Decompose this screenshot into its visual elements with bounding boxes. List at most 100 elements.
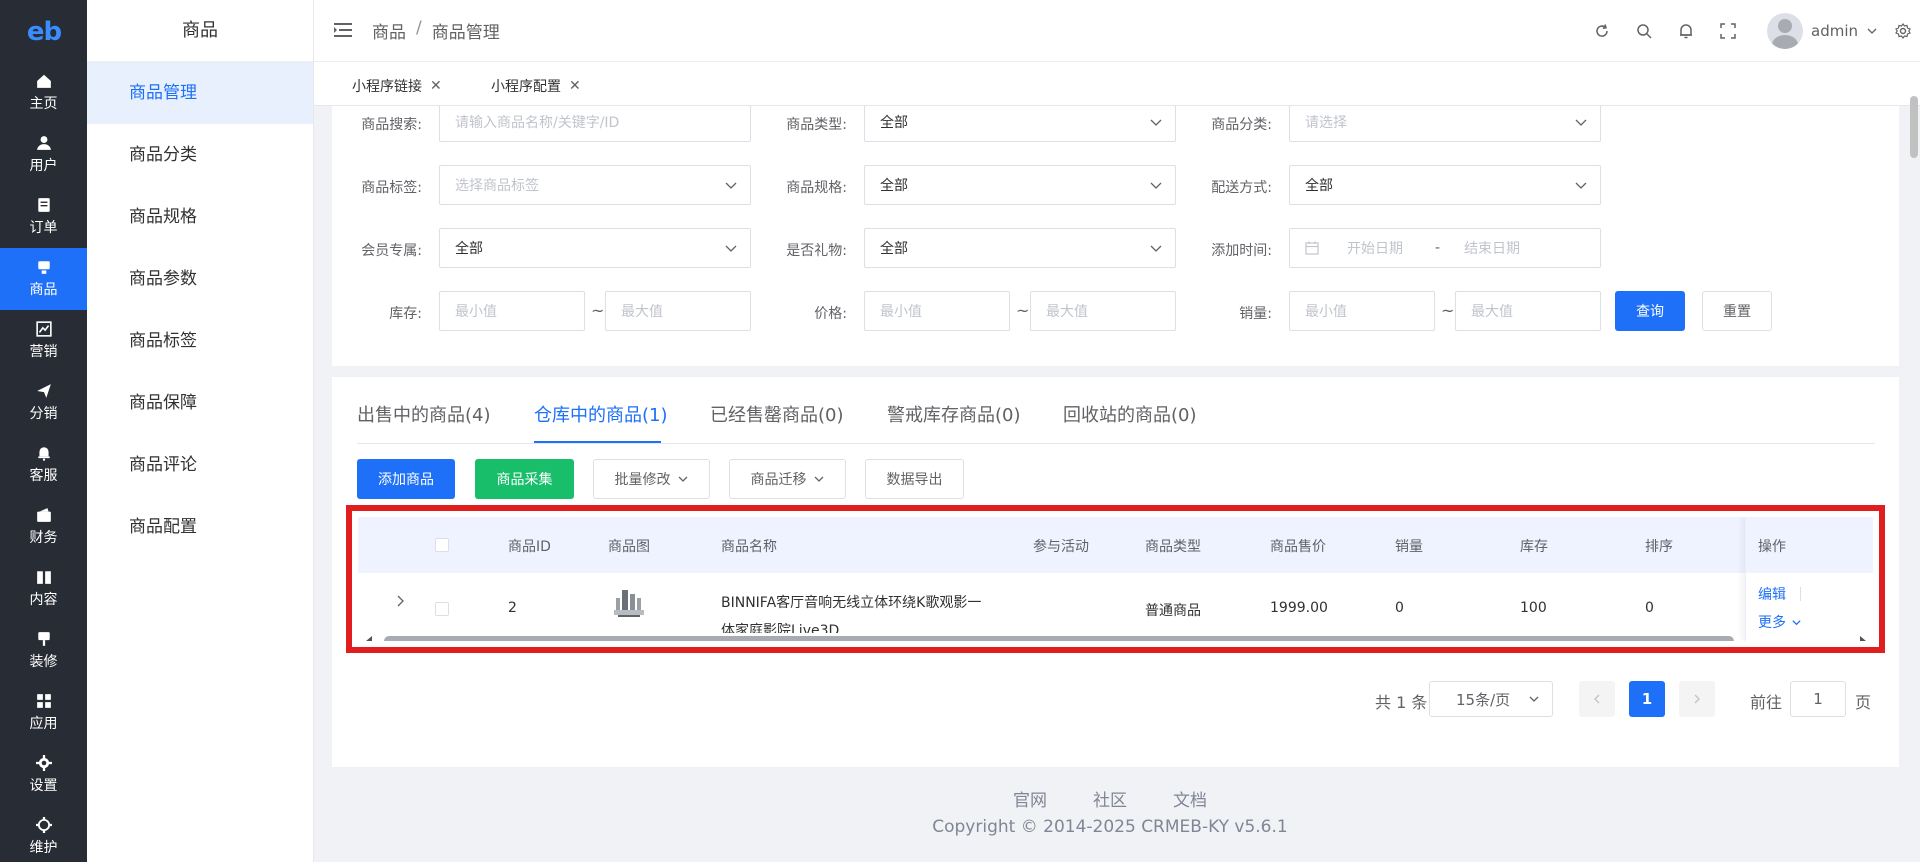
tab-sold-out[interactable]: 已经售罄商品(0) (710, 401, 844, 427)
bell-icon (37, 447, 50, 461)
tab-recycle-bin[interactable]: 回收站的商品(0) (1063, 401, 1197, 427)
page-vertical-scrollbar[interactable] (1910, 96, 1918, 158)
rail-item-apps[interactable]: 应用 (0, 682, 87, 744)
rail-item-send[interactable]: 分销 (0, 372, 87, 434)
submenu-item[interactable]: 商品管理 (87, 62, 313, 124)
tag-mini-link[interactable]: 小程序链接 ✕ (352, 76, 442, 96)
migrate-button[interactable]: 商品迁移 (729, 459, 846, 499)
rail-item-home[interactable]: 主页 (0, 62, 87, 124)
close-icon[interactable]: ✕ (430, 78, 442, 94)
rail-item-label: 内容 (29, 592, 58, 608)
chevron-down-icon (725, 182, 737, 189)
range-tilde: ~ (591, 301, 605, 320)
fullscreen-icon (1720, 23, 1736, 39)
max-placeholder: 最大值 (621, 304, 663, 320)
rail-item-book[interactable]: 内容 (0, 558, 87, 620)
footer-link-community[interactable]: 社区 (1093, 786, 1127, 811)
submenu-item[interactable]: 商品保障 (87, 372, 313, 434)
more-dropdown[interactable]: 更多 (1758, 612, 1802, 632)
rail-item-order[interactable]: 订单 (0, 186, 87, 248)
sales-min-input[interactable]: 最小值 (1289, 291, 1435, 331)
rail-item-marketing[interactable]: 营销 (0, 310, 87, 372)
tag-mini-config[interactable]: 小程序配置 ✕ (491, 76, 581, 96)
search-placeholder: 请输入商品名称/关键字/ID (455, 115, 620, 131)
price-min-input[interactable]: 最小值 (864, 291, 1010, 331)
horizontal-scrollbar[interactable] (358, 633, 1873, 641)
submenu-item[interactable]: 商品参数 (87, 248, 313, 310)
close-icon[interactable]: ✕ (569, 78, 581, 94)
member-value: 全部 (455, 241, 483, 257)
rail-item-gear[interactable]: 设置 (0, 744, 87, 806)
row-checkbox[interactable] (435, 602, 449, 616)
tab-on-sale[interactable]: 出售中的商品(4) (357, 401, 491, 427)
scrollbar-thumb[interactable] (384, 636, 1734, 641)
spec-select[interactable]: 全部 (864, 165, 1176, 205)
stock-min-input[interactable]: 最小值 (439, 291, 585, 331)
rail-item-product[interactable]: 商品 (0, 248, 87, 310)
add-product-button[interactable]: 添加商品 (357, 459, 455, 499)
submenu-item[interactable]: 商品分类 (87, 124, 313, 186)
date-range-picker[interactable]: 开始日期 - 结束日期 (1289, 228, 1601, 268)
cell-type: 普通商品 (1145, 603, 1201, 619)
tag-select[interactable]: 选择商品标签 (439, 165, 751, 205)
rail-item-user[interactable]: 用户 (0, 124, 87, 186)
next-page-button[interactable] (1679, 681, 1715, 717)
stock-max-input[interactable]: 最大值 (605, 291, 751, 331)
product-thumbnail[interactable] (610, 584, 648, 622)
tab-warehouse[interactable]: 仓库中的商品(1) (534, 401, 668, 427)
rail-item-wallet[interactable]: 财务 (0, 496, 87, 558)
member-select[interactable]: 全部 (439, 228, 751, 268)
scroll-right-icon[interactable] (1858, 635, 1868, 641)
tag-label: 小程序配置 (491, 79, 561, 95)
expand-row-icon[interactable] (394, 594, 406, 608)
breadcrumb-root[interactable]: 商品 (372, 18, 406, 43)
refresh-button[interactable] (1581, 0, 1623, 62)
prev-page-button[interactable] (1579, 681, 1615, 717)
app-logo[interactable]: eb (24, 14, 64, 50)
page-size-select[interactable]: 15条/页 (1429, 681, 1553, 717)
menu-collapse-icon[interactable] (334, 22, 352, 38)
search-input[interactable]: 请输入商品名称/关键字/ID (439, 106, 751, 142)
page-number-current[interactable]: 1 (1629, 681, 1665, 717)
reset-button[interactable]: 重置 (1702, 291, 1772, 331)
rail-item-decor[interactable]: 装修 (0, 620, 87, 682)
notification-button[interactable] (1665, 0, 1707, 62)
scroll-left-icon[interactable] (364, 635, 374, 641)
export-button[interactable]: 数据导出 (865, 459, 964, 499)
footer-link-docs[interactable]: 文档 (1173, 786, 1207, 811)
search-button[interactable] (1623, 0, 1665, 62)
tab-low-stock[interactable]: 警戒库存商品(0) (887, 401, 1021, 427)
category-placeholder: 请选择 (1305, 115, 1347, 131)
gift-select[interactable]: 全部 (864, 228, 1176, 268)
rail-item-label: 营销 (29, 344, 58, 360)
batch-edit-button[interactable]: 批量修改 (593, 459, 710, 499)
order-icon (37, 198, 50, 212)
category-select[interactable]: 请选择 (1289, 106, 1601, 142)
col-type: 商品类型 (1145, 539, 1201, 555)
user-menu[interactable]: admin (1767, 13, 1878, 49)
sales-max-input[interactable]: 最大值 (1455, 291, 1601, 331)
price-max-input[interactable]: 最大值 (1030, 291, 1176, 331)
pagination-total: 共 1 条 (1375, 693, 1428, 712)
submenu-item[interactable]: 商品配置 (87, 496, 313, 558)
settings-button[interactable] (1886, 0, 1920, 62)
delivery-select[interactable]: 全部 (1289, 165, 1601, 205)
type-select[interactable]: 全部 (864, 106, 1176, 142)
submenu-item[interactable]: 商品评论 (87, 434, 313, 496)
goto-page-input[interactable]: 1 (1790, 681, 1846, 717)
col-ops: 操作 (1758, 539, 1786, 555)
submenu-item[interactable]: 商品规格 (87, 186, 313, 248)
fullscreen-button[interactable] (1707, 0, 1749, 62)
rail-item-maintain[interactable]: 维护 (0, 806, 87, 862)
breadcrumb-separator: / (416, 18, 422, 38)
member-label: 会员专属: (361, 243, 422, 259)
query-button[interactable]: 查询 (1615, 291, 1685, 331)
collect-product-button[interactable]: 商品采集 (475, 459, 574, 499)
edit-link[interactable]: 编辑 (1758, 584, 1786, 604)
rail-item-label: 订单 (29, 220, 58, 236)
breadcrumb: 商品 / 商品管理 (372, 18, 500, 43)
submenu-item[interactable]: 商品标签 (87, 310, 313, 372)
rail-item-bell[interactable]: 客服 (0, 434, 87, 496)
footer-link-official[interactable]: 官网 (1013, 786, 1047, 811)
select-all-checkbox[interactable] (435, 538, 449, 552)
